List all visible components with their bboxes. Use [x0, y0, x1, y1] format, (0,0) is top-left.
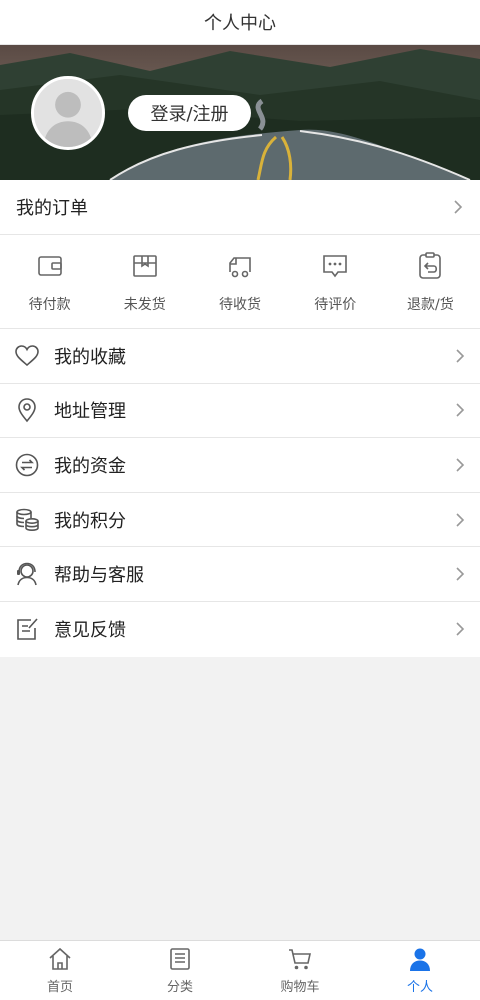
order-status-label: 退款/货 [407, 296, 454, 313]
login-register-button[interactable]: 登录/注册 [128, 95, 251, 131]
truck-icon [224, 250, 256, 282]
box-icon [129, 250, 161, 282]
order-status-not-shipped[interactable]: 未发货 [97, 250, 192, 314]
order-status-to-review[interactable]: 待评价 [288, 250, 383, 314]
exchange-icon [14, 452, 40, 478]
order-status-pending-payment[interactable]: 待付款 [2, 250, 97, 314]
tab-cart[interactable]: 购物车 [240, 941, 360, 1000]
menu-item-label: 我的收藏 [54, 346, 126, 368]
bottom-tab-bar: 首页 分类 购物车 个人 [0, 940, 480, 1000]
heart-icon [14, 343, 40, 369]
wallet-icon [34, 250, 66, 282]
top-bar: 个人中心 [0, 0, 480, 45]
order-status-to-receive[interactable]: 待收货 [192, 250, 287, 314]
cart-icon [287, 946, 313, 972]
my-orders-label: 我的订单 [16, 198, 88, 219]
order-status-label: 未发货 [123, 296, 166, 313]
menu-item-help[interactable]: 帮助与客服 [0, 547, 480, 602]
order-status-refund[interactable]: 退款/货 [383, 250, 478, 314]
tab-profile[interactable]: 个人 [360, 941, 480, 1000]
page-title: 个人中心 [204, 13, 276, 34]
profile-banner: 登录/注册 [0, 45, 480, 180]
chevron-right-icon [454, 620, 466, 638]
category-icon [167, 946, 193, 972]
chevron-right-icon [454, 401, 466, 419]
order-status-bar: 待付款 未发货 待收货 待评价 退款/货 [0, 235, 480, 329]
refund-icon [414, 250, 446, 282]
menu-item-label: 地址管理 [54, 401, 126, 423]
chevron-right-icon [454, 456, 466, 474]
menu-list: 我的收藏 地址管理 我的资金 我的积分 帮助与客服 意见反馈 [0, 329, 480, 657]
menu-item-points[interactable]: 我的积分 [0, 493, 480, 548]
tab-home[interactable]: 首页 [0, 941, 120, 1000]
order-status-label: 待评价 [314, 296, 357, 313]
order-status-label: 待付款 [28, 296, 71, 313]
menu-item-address[interactable]: 地址管理 [0, 384, 480, 439]
order-status-label: 待收货 [219, 296, 261, 313]
user-icon [407, 946, 433, 972]
tab-label: 购物车 [280, 980, 320, 995]
menu-item-label: 我的资金 [54, 455, 126, 477]
my-orders-row[interactable]: 我的订单 [0, 180, 480, 235]
menu-item-label: 我的积分 [54, 510, 126, 532]
home-icon [47, 946, 73, 972]
menu-item-label: 帮助与客服 [54, 565, 144, 587]
support-icon [14, 561, 40, 587]
avatar[interactable] [31, 76, 105, 150]
chevron-right-icon [452, 198, 464, 216]
coins-icon [14, 507, 40, 533]
menu-item-funds[interactable]: 我的资金 [0, 438, 480, 493]
tab-label: 分类 [166, 980, 193, 995]
comment-icon [319, 250, 351, 282]
menu-item-feedback[interactable]: 意见反馈 [0, 602, 480, 657]
location-icon [14, 397, 40, 423]
menu-item-favorites[interactable]: 我的收藏 [0, 329, 480, 384]
tab-label: 个人 [406, 980, 433, 995]
default-avatar-icon [34, 79, 102, 147]
chevron-right-icon [454, 347, 466, 365]
tab-category[interactable]: 分类 [120, 941, 240, 1000]
chevron-right-icon [454, 511, 466, 529]
chevron-right-icon [454, 565, 466, 583]
menu-item-label: 意见反馈 [54, 620, 126, 642]
tab-label: 首页 [46, 980, 73, 995]
feedback-icon [14, 616, 40, 642]
